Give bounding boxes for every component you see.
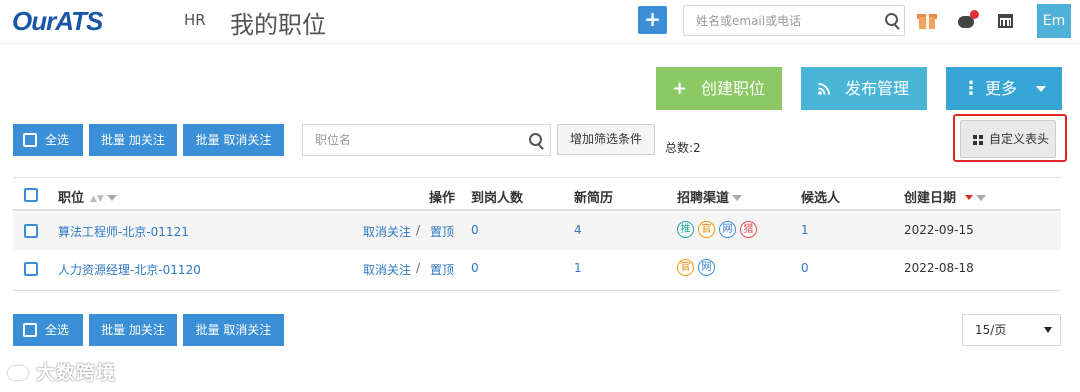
- position-name-input[interactable]: [303, 125, 518, 155]
- chat-icon[interactable]: [956, 10, 979, 32]
- gift-icon[interactable]: [916, 10, 938, 32]
- unfollow-link[interactable]: 取消关注: [363, 261, 411, 278]
- row-checkbox[interactable]: [24, 262, 38, 276]
- table-row: 人力资源经理-北京-01120 取消关注 / 置顶 0 1 官网 0 2022-…: [13, 250, 1061, 288]
- op-separator: /: [416, 261, 421, 275]
- more-button[interactable]: ⋮ 更多: [946, 67, 1062, 110]
- notification-dot: [970, 10, 979, 19]
- checkbox-icon: [23, 133, 37, 147]
- batch-follow-button-bottom[interactable]: 批量 加关注: [89, 314, 177, 346]
- more-label: 更多: [985, 79, 1018, 98]
- select-all-label: 全选: [45, 133, 70, 147]
- arrived-count[interactable]: 0: [471, 261, 479, 275]
- avatar[interactable]: Em: [1037, 4, 1071, 38]
- channel-badges: 官网: [677, 259, 719, 276]
- kebab-icon: ⋮: [962, 78, 980, 99]
- table-row: 算法工程师-北京-01121 取消关注 / 置顶 0 4 推官网猎 1 2022…: [13, 212, 1061, 250]
- channel-badge: 推: [677, 221, 694, 238]
- col-candidates: 候选人: [801, 191, 841, 206]
- section-label[interactable]: HR: [184, 11, 206, 29]
- filter-icon: [732, 195, 743, 201]
- select-all-label: 全选: [45, 323, 70, 337]
- select-all-button-bottom[interactable]: 全选: [13, 314, 83, 346]
- col-new-resumes: 新简历: [574, 191, 614, 206]
- pin-top-link[interactable]: 置顶: [430, 223, 454, 240]
- batch-follow-button[interactable]: 批量 加关注: [89, 124, 177, 156]
- custom-columns-label: 自定义表头: [989, 132, 1050, 146]
- publish-management-label: 发布管理: [845, 79, 910, 98]
- plus-icon: +: [672, 78, 688, 99]
- channel-badge: 官: [677, 259, 694, 276]
- publish-management-button[interactable]: 发布管理: [801, 67, 927, 110]
- page-title: 我的职位: [230, 11, 326, 39]
- total-count: 总数:2: [665, 141, 701, 155]
- ourats-logo[interactable]: OurATS: [12, 6, 103, 37]
- pin-top-link[interactable]: 置顶: [430, 261, 454, 278]
- watermark: 大数跨境: [8, 358, 116, 385]
- position-search[interactable]: [302, 124, 551, 156]
- page-size-select[interactable]: 15/页: [962, 314, 1061, 346]
- channel-badge: 网: [698, 259, 715, 276]
- batch-unfollow-button[interactable]: 批量 取消关注: [183, 124, 284, 156]
- col-created[interactable]: 创建日期: [904, 187, 987, 206]
- new-resume-count[interactable]: 1: [574, 261, 582, 275]
- col-channels[interactable]: 招聘渠道: [677, 187, 743, 206]
- dropdown-caret-icon: [1044, 327, 1052, 333]
- filter-icon: [106, 195, 117, 201]
- filter-icon: [976, 195, 987, 201]
- checkbox-icon: [23, 323, 37, 337]
- quick-add-button[interactable]: +: [638, 6, 667, 34]
- page-size-value: 15/页: [975, 323, 1007, 337]
- unfollow-link[interactable]: 取消关注: [363, 223, 411, 240]
- global-search-input[interactable]: [684, 6, 874, 35]
- row-checkbox[interactable]: [24, 224, 38, 238]
- candidate-count[interactable]: 0: [801, 261, 809, 275]
- chevron-down-icon: [1036, 86, 1046, 92]
- channel-badge: 官: [698, 221, 715, 238]
- select-all-button[interactable]: 全选: [13, 124, 83, 156]
- add-filter-button[interactable]: 增加筛选条件: [557, 124, 655, 155]
- op-separator: /: [416, 223, 421, 237]
- search-icon[interactable]: [885, 13, 898, 26]
- position-link[interactable]: 算法工程师-北京-01121: [58, 223, 189, 240]
- global-search[interactable]: [683, 5, 905, 36]
- batch-unfollow-button-bottom[interactable]: 批量 取消关注: [183, 314, 284, 346]
- created-date: 2022-09-15: [904, 223, 974, 237]
- grid-icon: [973, 135, 983, 145]
- top-bar: OurATS HR 我的职位 + Em: [0, 0, 1080, 44]
- col-position[interactable]: 职位 ▲▼: [58, 187, 117, 206]
- channel-badge: 网: [719, 221, 736, 238]
- calendar-icon[interactable]: [995, 10, 1017, 32]
- search-icon[interactable]: [529, 133, 542, 146]
- candidate-count[interactable]: 1: [801, 223, 809, 237]
- channel-badge: 猎: [740, 221, 757, 238]
- sort-desc-icon: [965, 195, 974, 200]
- create-position-label: 创建职位: [701, 79, 766, 98]
- custom-columns-button[interactable]: 自定义表头: [960, 120, 1056, 158]
- channel-badges: 推官网猎: [677, 221, 761, 238]
- divider: [13, 290, 1061, 291]
- create-position-button[interactable]: + 创建职位: [656, 67, 782, 110]
- col-arrived: 到岗人数: [471, 191, 524, 206]
- arrived-count[interactable]: 0: [471, 223, 479, 237]
- rss-icon: [818, 83, 830, 95]
- col-ops: 操作: [429, 191, 456, 206]
- header-checkbox[interactable]: [24, 188, 38, 202]
- table-header: 职位 ▲▼ 操作 到岗人数 新简历 招聘渠道 候选人 创建日期: [13, 177, 1061, 211]
- position-link[interactable]: 人力资源经理-北京-01120: [58, 261, 201, 278]
- sort-icon: ▲▼: [90, 194, 104, 204]
- new-resume-count[interactable]: 4: [574, 223, 582, 237]
- created-date: 2022-08-18: [904, 261, 974, 275]
